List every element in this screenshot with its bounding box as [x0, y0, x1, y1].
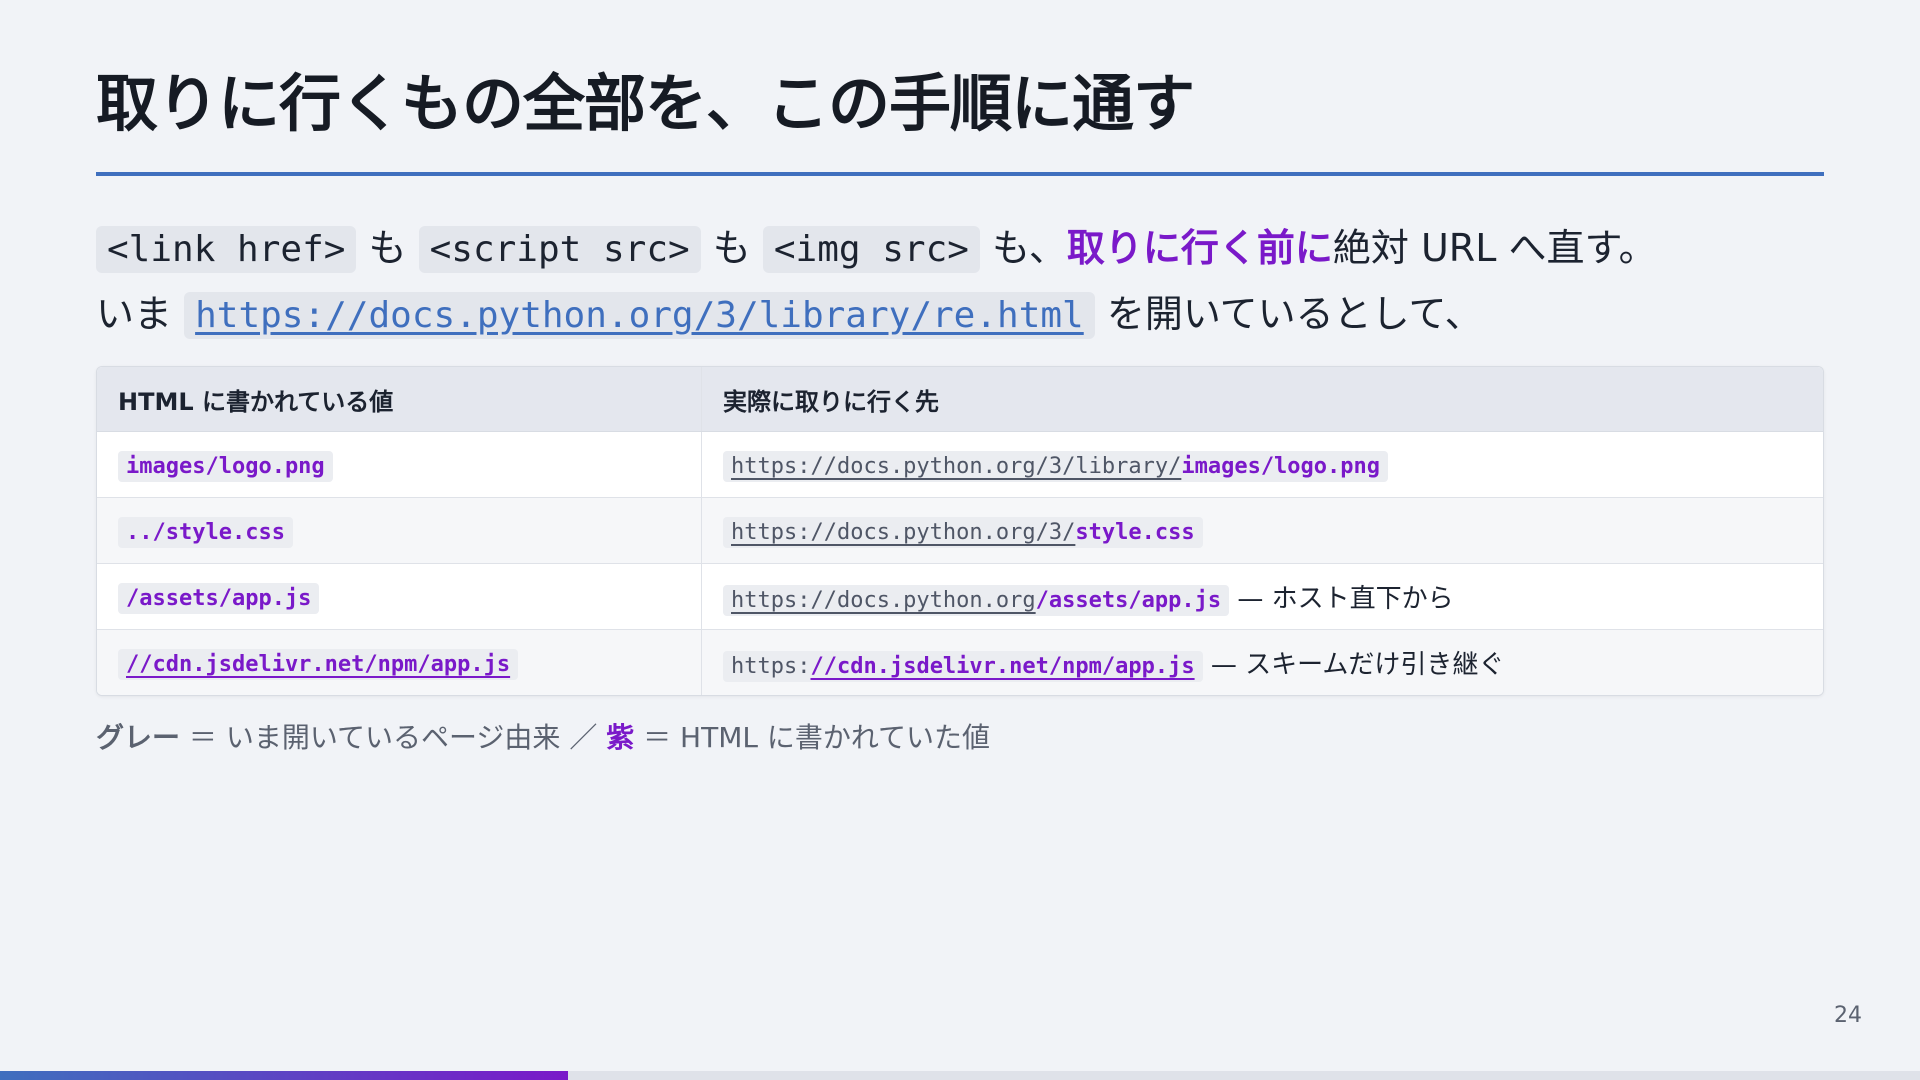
html-value-cell: /assets/app.js	[97, 563, 702, 630]
legend-purple-label: 紫	[606, 721, 635, 754]
title-divider	[96, 172, 1824, 176]
lead-tail: 絶対 URL へ直す。	[1332, 226, 1657, 270]
html-value[interactable]: //cdn.jsdelivr.net/npm/app.js	[118, 649, 519, 680]
html-value-cell: //cdn.jsdelivr.net/npm/app.js	[97, 629, 702, 695]
url-base: https://docs.python.org/3/	[731, 519, 1076, 545]
url-resolution-table: HTML に書かれている値 実際に取りに行く先 images/logo.png …	[96, 366, 1824, 696]
url-path: images/logo.png	[1181, 453, 1381, 479]
lead-particle: も、	[979, 226, 1067, 270]
lead-line-1: <link href> も <script src> も <img src> も…	[96, 215, 1657, 281]
url-path: /assets/app.js	[1035, 588, 1222, 613]
page-number: 24	[1834, 1003, 1862, 1028]
html-value: /assets/app.js	[118, 583, 320, 614]
resolved-url[interactable]: https://cdn.jsdelivr.net/npm/app.js	[723, 651, 1203, 682]
resolved-target-cell: https://docs.python.org/3/style.css	[701, 497, 1823, 564]
resolved-url[interactable]: https://docs.python.org/3/library/images…	[723, 450, 1389, 482]
html-value: ../style.css	[118, 517, 293, 548]
row-note: — スキームだけ引き継ぐ	[1202, 650, 1505, 680]
url-base: https://docs.python.org/3/library/	[731, 453, 1182, 479]
url-path: //cdn.jsdelivr.net/npm/app.js	[810, 654, 1195, 679]
slide-title: 取りに行くもの全部を、この手順に通す	[96, 67, 1195, 140]
resolved-target-cell: https://docs.python.org/assets/app.js — …	[701, 563, 1823, 630]
table-header-row: HTML に書かれている値 実際に取りに行く先	[97, 367, 1823, 432]
lead-emphasis: 取りに行く前に	[1066, 226, 1333, 270]
row-note: — ホスト直下から	[1229, 584, 1454, 614]
slide-progress-bar	[0, 1071, 1920, 1080]
html-value-cell: ../style.css	[97, 497, 702, 564]
current-page-url-link[interactable]: https://docs.python.org/3/library/re.htm…	[184, 292, 1095, 339]
html-value: images/logo.png	[118, 451, 333, 482]
resolved-target-cell: https://cdn.jsdelivr.net/npm/app.js — スキ…	[701, 629, 1823, 695]
resolved-url[interactable]: https://docs.python.org/assets/app.js	[723, 585, 1230, 616]
url-base: https:	[731, 654, 811, 679]
url-base: https://docs.python.org	[731, 588, 1036, 613]
legend-gray-label: グレー	[96, 721, 181, 754]
lead-text: <link href> も <script src> も <img src> も…	[96, 215, 1657, 347]
lead-particle: も	[356, 226, 419, 270]
lead-particle: も	[700, 226, 763, 270]
color-legend: グレー ＝ いま開いているページ由来 ／ 紫 ＝ HTML に書かれていた値	[96, 716, 990, 756]
html-value-cell: images/logo.png	[97, 431, 702, 498]
slide-progress-fill	[0, 1071, 569, 1080]
code-img-src: <img src>	[762, 226, 980, 273]
header-resolved-target: 実際に取りに行く先	[701, 367, 1823, 432]
table-row: images/logo.png https://docs.python.org/…	[97, 431, 1823, 498]
resolved-target-cell: https://docs.python.org/3/library/images…	[701, 431, 1823, 498]
code-link-href: <link href>	[96, 226, 357, 273]
lead-suffix: を開いているとして、	[1094, 292, 1483, 336]
lead-prefix: いま	[96, 292, 185, 336]
lead-line-2: いま https://docs.python.org/3/library/re.…	[96, 281, 1657, 347]
code-script-src: <script src>	[418, 226, 701, 273]
legend-purple-desc: ＝ HTML に書かれていた値	[634, 721, 991, 754]
table-row: ../style.css https://docs.python.org/3/s…	[97, 497, 1823, 564]
legend-gray-desc: ＝ いま開いているページ由来 ／	[180, 721, 607, 754]
resolved-url[interactable]: https://docs.python.org/3/style.css	[723, 516, 1203, 548]
table-row: /assets/app.js https://docs.python.org/a…	[97, 563, 1823, 630]
url-path: style.css	[1075, 519, 1195, 545]
header-html-value: HTML に書かれている値	[97, 367, 702, 432]
table-row: //cdn.jsdelivr.net/npm/app.js https://cd…	[97, 629, 1823, 695]
